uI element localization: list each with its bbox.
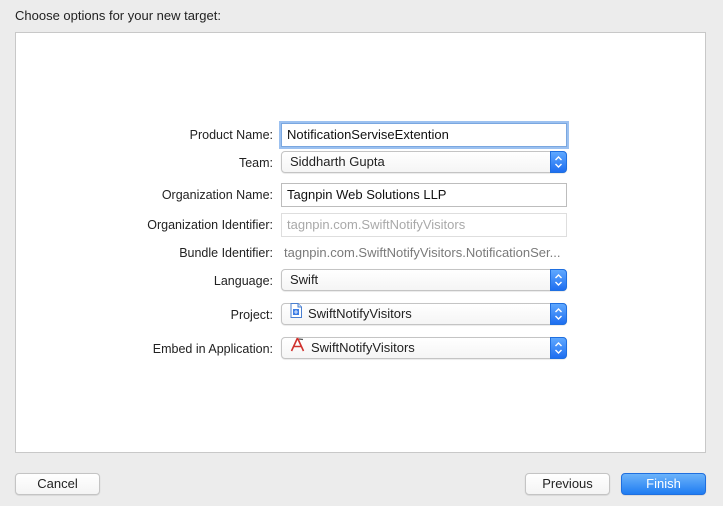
project-file-icon [290,303,302,324]
cancel-button[interactable]: Cancel [15,473,100,495]
language-value: Swift [290,272,319,287]
organization-name-input[interactable]: Tagnpin Web Solutions LLP [281,183,567,207]
organization-identifier-label: Organization Identifier: [147,218,273,232]
team-label: Team: [238,156,273,170]
project-popup[interactable]: SwiftNotifyVisitors [281,303,567,325]
app-target-icon [290,337,305,358]
dialog-heading: Choose options for your new target: [15,8,221,23]
embed-in-application-value: SwiftNotifyVisitors [311,340,415,355]
organization-identifier-input: tagnpin.com.SwiftNotifyVisitors [281,213,567,237]
product-name-input[interactable]: NotificationServiseExtention [281,123,567,147]
bundle-identifier-label: Bundle Identifier: [179,246,273,260]
project-value: SwiftNotifyVisitors [308,306,412,321]
language-popup[interactable]: Swift [281,269,567,291]
embed-in-application-popup[interactable]: SwiftNotifyVisitors [281,337,567,359]
row-organization-name: Organization Name: Tagnpin Web Solutions… [0,183,723,207]
row-organization-identifier: Organization Identifier: tagnpin.com.Swi… [0,213,723,237]
organization-name-label: Organization Name: [161,188,273,202]
row-embed-in-application: Embed in Application: SwiftNotifyVisitor… [0,337,723,361]
finish-button[interactable]: Finish [621,473,706,495]
row-language: Language: Swift [0,269,723,293]
row-bundle-identifier: Bundle Identifier: tagnpin.com.SwiftNoti… [0,241,723,265]
chevron-updown-icon [550,303,567,325]
previous-button[interactable]: Previous [525,473,610,495]
bundle-identifier-value: tagnpin.com.SwiftNotifyVisitors.Notifica… [284,245,561,260]
embed-in-application-label: Embed in Application: [152,342,273,356]
chevron-updown-icon [550,151,567,173]
project-label: Project: [230,308,273,322]
team-popup[interactable]: Siddharth Gupta [281,151,567,173]
row-product-name: Product Name: NotificationServiseExtenti… [0,123,723,147]
chevron-updown-icon [550,269,567,291]
product-name-label: Product Name: [189,128,273,142]
team-value: Siddharth Gupta [290,154,385,169]
row-team: Team: Siddharth Gupta [0,151,723,175]
language-label: Language: [213,274,273,288]
row-project: Project: SwiftNotifyVisitors [0,303,723,327]
chevron-updown-icon [550,337,567,359]
